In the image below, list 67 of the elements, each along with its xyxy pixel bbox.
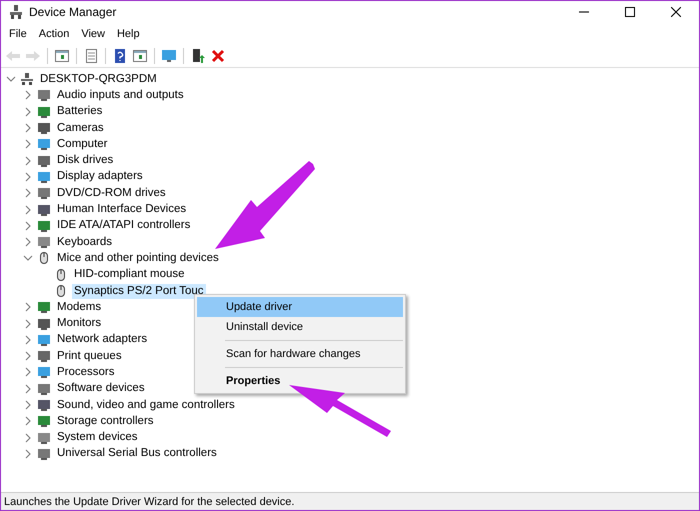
device-icon	[37, 89, 51, 102]
tree-item[interactable]: Software devices	[55, 381, 147, 396]
tree-item[interactable]: Batteries	[55, 104, 104, 120]
menu-item[interactable]: Action	[32, 28, 76, 40]
device-icon	[37, 366, 51, 378]
remove-icon[interactable]	[210, 48, 226, 64]
device-icon	[37, 382, 51, 395]
annotation-arrow-icon	[215, 161, 315, 251]
tree-item[interactable]: Computer	[55, 136, 110, 152]
tree-item[interactable]: Universal Serial Bus controllers	[55, 446, 219, 462]
tree-item[interactable]: Sound, video and game controllers	[55, 398, 237, 413]
help-icon[interactable]	[112, 48, 128, 64]
device-icon	[37, 170, 51, 183]
tree-item[interactable]: DESKTOP-QRG3PDM	[38, 72, 159, 87]
tree-item[interactable]: Disk drives	[55, 153, 116, 168]
tree-item[interactable]: Audio inputs and outputs	[55, 88, 186, 103]
menu-item[interactable]: View	[75, 28, 111, 40]
window-icon[interactable]	[54, 48, 70, 64]
window-title: Device Manager	[29, 5, 118, 19]
tree-item[interactable]: System devices	[55, 430, 140, 446]
monitor-icon[interactable]	[161, 48, 177, 64]
device-icon	[37, 334, 51, 346]
menu-item[interactable]: File	[3, 28, 33, 40]
mouse-icon	[37, 252, 51, 264]
app-icon	[9, 5, 23, 19]
computer-network-icon	[20, 73, 34, 86]
device-icon	[37, 448, 51, 460]
device-icon	[37, 350, 51, 362]
menu-item[interactable]: Update driver	[197, 297, 403, 317]
tree-item[interactable]: Processors	[55, 364, 117, 380]
mouse-icon	[54, 285, 68, 297]
device-icon	[37, 236, 51, 248]
window-icon[interactable]	[132, 48, 148, 64]
mouse-icon	[54, 268, 68, 281]
device-icon	[37, 399, 51, 412]
tree-item[interactable]: IDE ATA/ATAPI controllers	[55, 218, 192, 234]
tree-item[interactable]: Storage controllers	[55, 414, 156, 429]
close-icon[interactable]	[671, 7, 681, 17]
maximize-icon[interactable]	[625, 7, 635, 17]
tree-item[interactable]: HID-compliant mouse	[72, 267, 187, 282]
device-icon	[37, 220, 51, 232]
menu-item[interactable]: Uninstall device	[197, 317, 403, 337]
annotation-arrow-icon	[289, 385, 393, 437]
device-icon	[37, 318, 51, 330]
tree-item[interactable]: Monitors	[55, 316, 104, 332]
tree-item[interactable]: Human Interface Devices	[55, 202, 188, 218]
device-icon	[37, 301, 51, 314]
tree-item[interactable]: Synaptics PS/2 Port Touc	[72, 284, 206, 298]
device-icon	[37, 432, 51, 444]
sheet-icon[interactable]	[83, 48, 99, 64]
tree-item[interactable]: Keyboards	[55, 234, 114, 250]
device-icon	[37, 122, 51, 134]
tree-item[interactable]: Mice and other pointing devices	[55, 250, 221, 266]
menu-item[interactable]: Help	[110, 28, 146, 40]
tree-item[interactable]: Modems	[55, 300, 104, 315]
tree-item[interactable]: Print queues	[55, 348, 124, 364]
tree-item[interactable]: Network adapters	[55, 332, 150, 348]
tree-item[interactable]: Cameras	[55, 120, 106, 136]
device-icon	[37, 415, 51, 428]
device-icon	[37, 204, 51, 216]
device-icon	[37, 187, 51, 200]
device-icon	[37, 106, 51, 118]
tree-item[interactable]: Display adapters	[55, 169, 145, 184]
tree-item[interactable]: DVD/CD-ROM drives	[55, 186, 168, 201]
device-icon	[37, 154, 51, 167]
device-icon	[37, 138, 51, 150]
status-bar: Launches the Update Driver Wizard for the selected device.	[1, 492, 699, 510]
